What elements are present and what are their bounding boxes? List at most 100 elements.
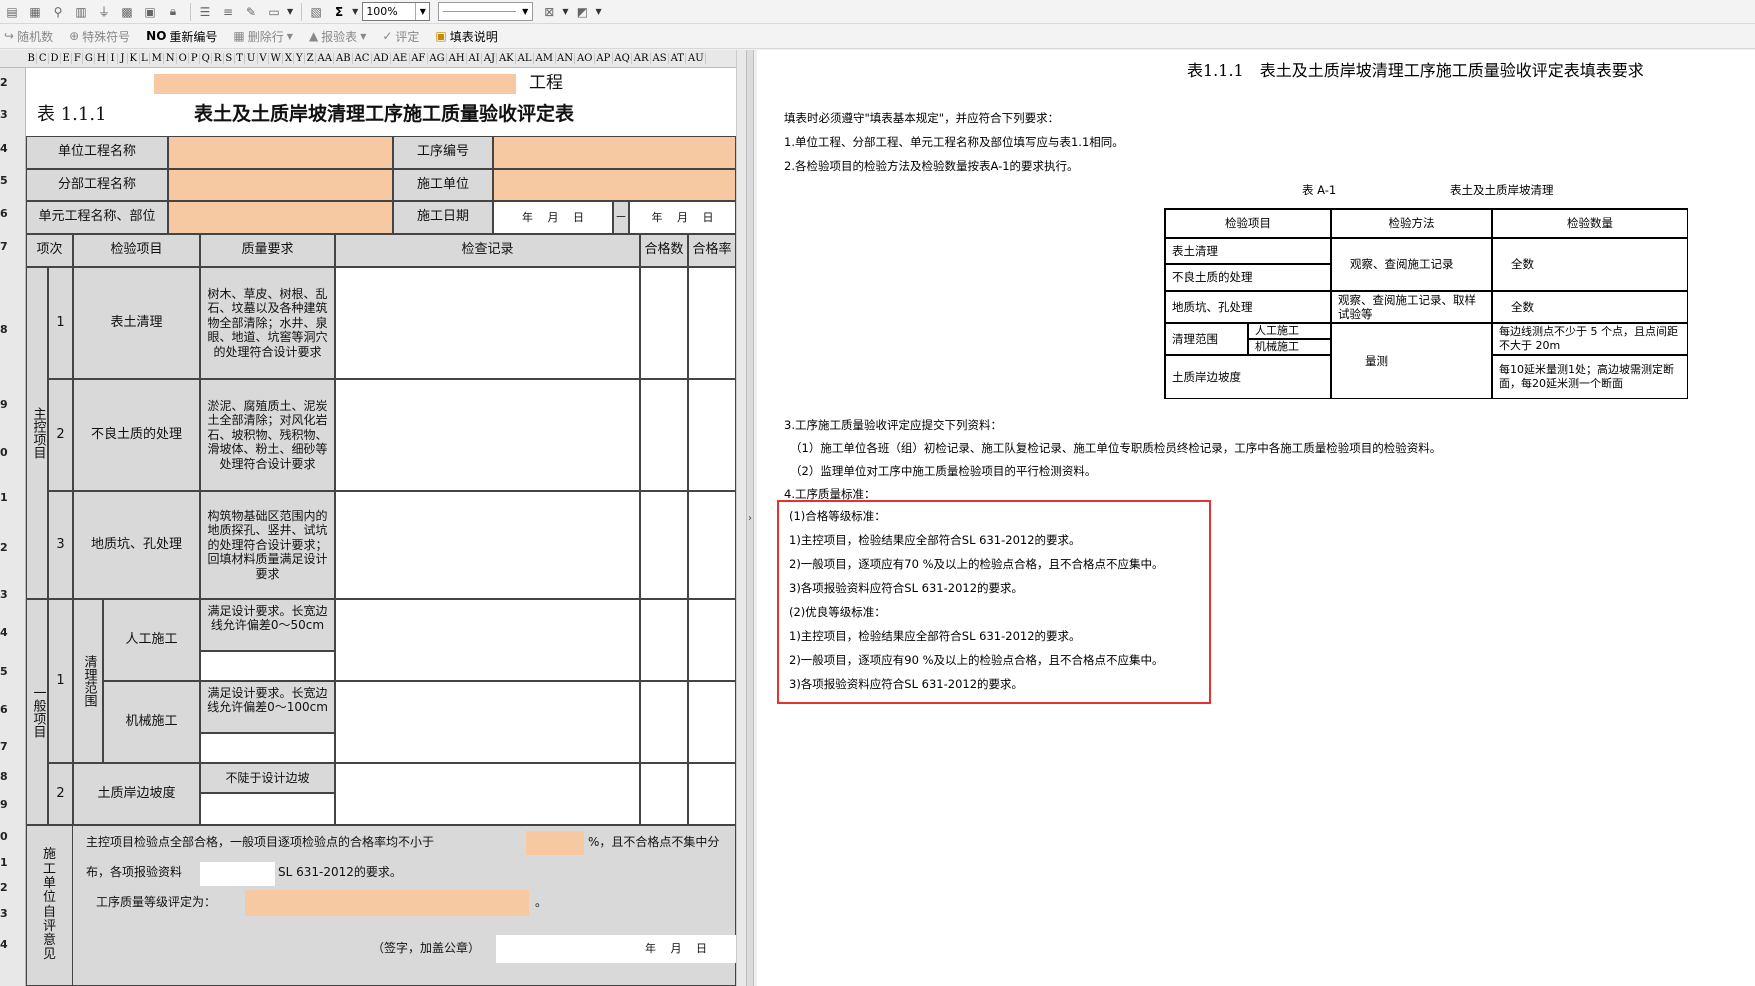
- column-letter[interactable]: R: [212, 53, 224, 64]
- chevron-down-icon[interactable]: ▼: [287, 32, 293, 41]
- column-letter[interactable]: AJ: [482, 53, 498, 64]
- line-style-select[interactable]: ▼: [438, 2, 534, 21]
- border-style-icon[interactable]: ⊠: [539, 2, 559, 22]
- check-record-input[interactable]: [335, 681, 640, 763]
- column-letter[interactable]: AK: [497, 53, 517, 64]
- slope-measure-input[interactable]: [200, 793, 335, 825]
- check-record-input[interactable]: [335, 599, 640, 681]
- row-number[interactable]: 6: [0, 207, 8, 220]
- pane-splitter[interactable]: ›: [746, 50, 754, 986]
- sub-project-input[interactable]: [168, 169, 393, 201]
- quality-grade-input[interactable]: [245, 890, 529, 916]
- row-number[interactable]: 6: [0, 703, 8, 716]
- column-letter[interactable]: AN: [556, 53, 576, 64]
- row-number[interactable]: 1: [0, 856, 8, 869]
- qualified-rate-input[interactable]: [688, 379, 736, 491]
- column-letter[interactable]: AH: [447, 53, 468, 64]
- row-number[interactable]: 1: [0, 491, 8, 504]
- indent-icon[interactable]: ≡: [218, 2, 238, 22]
- column-letter[interactable]: U: [245, 53, 258, 64]
- chevron-down-icon[interactable]: ▼: [352, 7, 358, 16]
- row-number[interactable]: 8: [0, 323, 8, 336]
- column-letter[interactable]: AT: [669, 53, 687, 64]
- chevron-down-icon[interactable]: ▼: [595, 7, 601, 16]
- column-letter[interactable]: AC: [353, 53, 372, 64]
- check-record-input[interactable]: [335, 267, 640, 379]
- qualified-rate-input[interactable]: [688, 763, 736, 825]
- row-number[interactable]: 3: [0, 907, 8, 920]
- row-number[interactable]: 2: [0, 76, 8, 89]
- column-letter[interactable]: K: [128, 53, 140, 64]
- project-name-input[interactable]: [154, 74, 516, 94]
- column-letter[interactable]: B: [26, 53, 38, 64]
- qualified-count-input[interactable]: [640, 379, 688, 491]
- column-letter[interactable]: AD: [372, 53, 392, 64]
- row-number[interactable]: 3: [0, 108, 8, 121]
- fill-icon[interactable]: ◩: [572, 2, 592, 22]
- column-letter[interactable]: X: [283, 53, 295, 64]
- pen-icon[interactable]: ✎: [241, 2, 261, 22]
- column-letter[interactable]: AL: [516, 53, 535, 64]
- sheet-scrollbar[interactable]: [736, 50, 746, 986]
- row-number[interactable]: 5: [0, 174, 8, 187]
- column-letter[interactable]: AU: [686, 53, 707, 64]
- signature-date-input[interactable]: 年 月 日: [616, 935, 736, 963]
- column-letter[interactable]: T: [235, 53, 246, 64]
- column-letter[interactable]: AO: [575, 53, 595, 64]
- column-letter[interactable]: G: [83, 53, 96, 64]
- column-letter[interactable]: AM: [534, 53, 556, 64]
- column-letter[interactable]: H: [95, 53, 109, 64]
- column-letter[interactable]: D: [49, 53, 62, 64]
- calculator-icon[interactable]: ▧: [306, 2, 326, 22]
- renumber-button[interactable]: NO 重新编号: [146, 28, 217, 45]
- chevron-down-icon[interactable]: ▼: [415, 3, 429, 20]
- column-letter[interactable]: AQ: [613, 53, 633, 64]
- format-icon[interactable]: ▥: [71, 2, 91, 22]
- row-number[interactable]: 8: [0, 770, 8, 783]
- column-letter[interactable]: AG: [428, 53, 448, 64]
- zoom-select[interactable]: 100% ▼: [362, 2, 431, 21]
- qualified-rate-input[interactable]: [688, 599, 736, 681]
- qualified-count-input[interactable]: [640, 491, 688, 599]
- inspection-report-button[interactable]: ▲ 报验表 ▼: [309, 28, 366, 45]
- row-number[interactable]: 3: [0, 588, 8, 601]
- row-number[interactable]: 4: [0, 938, 8, 951]
- row-number[interactable]: 4: [0, 626, 8, 639]
- chevron-down-icon[interactable]: ▼: [522, 7, 528, 16]
- qualified-rate-input[interactable]: [688, 681, 736, 763]
- row-number[interactable]: 9: [0, 798, 8, 811]
- column-letter[interactable]: O: [177, 53, 190, 64]
- filter-icon[interactable]: ⚲: [48, 2, 68, 22]
- column-letter[interactable]: Y: [294, 53, 306, 64]
- merge-icon[interactable]: ▣: [140, 2, 160, 22]
- qualified-count-input[interactable]: [640, 763, 688, 825]
- manual-measure-input[interactable]: [200, 651, 335, 681]
- column-letter[interactable]: N: [164, 53, 178, 64]
- column-letter[interactable]: AF: [410, 53, 428, 64]
- check-record-input[interactable]: [335, 763, 640, 825]
- layout-icon[interactable]: ▤: [2, 2, 22, 22]
- column-letter[interactable]: E: [61, 53, 73, 64]
- column-letter[interactable]: M: [150, 53, 165, 64]
- row-number[interactable]: 7: [0, 240, 8, 253]
- machine-measure-input[interactable]: [200, 733, 335, 763]
- compliance-input[interactable]: [200, 862, 275, 886]
- line-spacing-icon[interactable]: ☰: [195, 2, 215, 22]
- fill-instructions-button[interactable]: ▣ 填表说明: [435, 28, 497, 45]
- qualified-count-input[interactable]: [640, 267, 688, 379]
- process-no-input[interactable]: [493, 136, 736, 169]
- column-letter[interactable]: P: [189, 53, 201, 64]
- check-record-input[interactable]: [335, 379, 640, 491]
- border-icon[interactable]: ▭: [264, 2, 284, 22]
- column-letter[interactable]: J: [118, 53, 129, 64]
- table-icon[interactable]: ▩: [117, 2, 137, 22]
- column-letter[interactable]: Q: [200, 53, 213, 64]
- check-record-input[interactable]: [335, 491, 640, 599]
- column-letter[interactable]: V: [258, 53, 270, 64]
- row-number[interactable]: 0: [0, 446, 8, 459]
- random-number-button[interactable]: ↪ 随机数: [4, 28, 53, 45]
- row-number[interactable]: 9: [0, 398, 8, 411]
- column-letter[interactable]: F: [72, 53, 84, 64]
- qualified-rate-input[interactable]: [688, 491, 736, 599]
- sum-icon[interactable]: Σ: [329, 2, 349, 22]
